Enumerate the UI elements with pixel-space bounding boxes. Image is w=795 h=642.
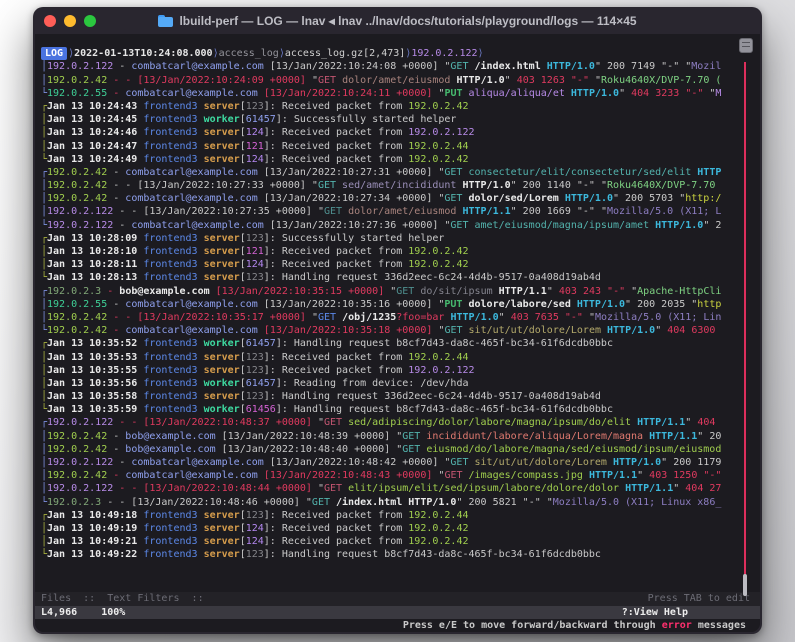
panel-separator: :: — [83, 593, 95, 604]
log-line[interactable]: └192.0.2.55 - combatcarl@example.com [13… — [35, 87, 760, 100]
view-help-hint[interactable]: ?:View Help — [622, 606, 688, 619]
log-line[interactable]: ┌Jan 13 10:24:43 frontend3 server[123]: … — [35, 100, 760, 113]
log-line[interactable]: ┌Jan 13 10:28:09 frontend3 server[123]: … — [35, 232, 760, 245]
breadcrumb-opid[interactable]: 192.0.2.122 — [411, 47, 477, 60]
clock-bar: 2022-09-01T14:09:34 PDT — [35, 34, 760, 47]
log-line[interactable]: │Jan 13 10:35:56 frontend3 worker[61457]… — [35, 377, 760, 390]
breadcrumb-file[interactable]: access_log.gz[2,473] — [285, 47, 405, 60]
log-line[interactable]: │Jan 13 10:28:10 frontend3 server[121]: … — [35, 245, 760, 258]
log-line[interactable]: │Jan 13 10:35:58 frontend3 server[123]: … — [35, 390, 760, 403]
log-line[interactable]: │Jan 13 10:35:55 frontend3 server[123]: … — [35, 364, 760, 377]
panel-separator: :: — [192, 593, 204, 604]
filters-panel-tab[interactable]: Text Filters — [107, 593, 179, 604]
log-line[interactable]: │192.0.2.42 - bob@example.com [13/Jan/20… — [35, 443, 760, 456]
log-line[interactable]: │192.0.2.42 - - [13/Jan/2022:10:35:17 +0… — [35, 311, 760, 324]
terminal-window: lbuild-perf — LOG — lnav ◂ lnav ../lnav/… — [33, 7, 762, 634]
log-line[interactable]: │Jan 13 10:24:47 frontend3 server[121]: … — [35, 140, 760, 153]
window-title: lbuild-perf — LOG — lnav ◂ lnav ../lnav/… — [158, 14, 636, 28]
window-title-text: lbuild-perf — LOG — lnav ◂ lnav ../lnav/… — [179, 14, 636, 28]
log-line[interactable]: ┌192.0.2.3 - bob@example.com [13/Jan/202… — [35, 285, 760, 298]
log-line[interactable]: └Jan 13 10:24:49 frontend3 server[124]: … — [35, 153, 760, 166]
log-line[interactable]: │Jan 13 10:49:19 frontend3 server[124]: … — [35, 522, 760, 535]
log-mode-badge[interactable]: LOG — [41, 47, 67, 60]
breadcrumb-timestamp[interactable]: 2022-01-13T10:24:08.000 — [74, 47, 212, 60]
breadcrumb-separator: ⟩ — [478, 47, 484, 60]
log-line[interactable]: └Jan 13 10:28:13 frontend3 server[123]: … — [35, 271, 760, 284]
close-button[interactable] — [44, 15, 56, 27]
prompt-message: Press e/E to move forward/backward throu… — [35, 619, 760, 632]
log-line[interactable]: ┌192.0.2.42 - combatcarl@example.com [13… — [35, 166, 760, 179]
log-lines: │192.0.2.122 - combatcarl@example.com [1… — [35, 60, 760, 561]
scrollbar-thumb[interactable] — [743, 574, 747, 596]
status-bar: L4,966 100% ?:View Help — [35, 606, 760, 619]
log-line[interactable]: │192.0.2.42 - - [13/Jan/2022:10:27:33 +0… — [35, 179, 760, 192]
log-line[interactable]: │192.0.2.122 - - [13/Jan/2022:10:27:35 +… — [35, 205, 760, 218]
scrollbar-thumb-icon[interactable] — [739, 38, 753, 53]
log-line[interactable]: └192.0.2.3 - - [13/Jan/2022:10:48:46 +00… — [35, 496, 760, 509]
log-line[interactable]: │192.0.2.122 - - [13/Jan/2022:10:48:44 +… — [35, 482, 760, 495]
log-line[interactable]: ┌Jan 13 10:49:18 frontend3 server[123]: … — [35, 509, 760, 522]
title-bar[interactable]: lbuild-perf — LOG — lnav ◂ lnav ../lnav/… — [33, 7, 762, 34]
desktop: lbuild-perf — LOG — lnav ◂ lnav ../lnav/… — [0, 0, 795, 642]
lnav-log-view[interactable]: 2022-09-01T14:09:34 PDT LOG ⟩ 2022-01-13… — [35, 34, 760, 632]
folder-icon — [158, 15, 173, 27]
log-line[interactable]: │192.0.2.42 - bob@example.com [13/Jan/20… — [35, 430, 760, 443]
log-line[interactable]: │192.0.2.42 - - [13/Jan/2022:10:24:09 +0… — [35, 74, 760, 87]
log-line[interactable]: │Jan 13 10:24:45 frontend3 worker[61457]… — [35, 113, 760, 126]
log-line[interactable]: │192.0.2.122 - combatcarl@example.com [1… — [35, 456, 760, 469]
log-line[interactable]: │Jan 13 10:49:21 frontend3 server[124]: … — [35, 535, 760, 548]
breadcrumb: LOG ⟩ 2022-01-13T10:24:08.000 ⟩ access_l… — [35, 47, 760, 60]
log-line[interactable]: ┌Jan 13 10:35:52 frontend3 worker[61457]… — [35, 337, 760, 350]
line-number: L4,966 — [41, 606, 77, 619]
log-line[interactable]: │192.0.2.122 - combatcarl@example.com [1… — [35, 60, 760, 73]
config-panel-bar: Files :: Text Filters :: Press TAB to ed… — [35, 592, 760, 605]
log-line[interactable]: │192.0.2.42 - combatcarl@example.com [13… — [35, 192, 760, 205]
log-line[interactable]: └Jan 13 10:49:22 frontend3 server[123]: … — [35, 548, 760, 561]
minimize-button[interactable] — [64, 15, 76, 27]
log-line[interactable]: │192.0.2.55 - combatcarl@example.com [13… — [35, 298, 760, 311]
tab-edit-hint: Press TAB to edit — [648, 592, 750, 605]
log-line[interactable]: │Jan 13 10:35:53 frontend3 server[123]: … — [35, 351, 760, 364]
log-line[interactable]: │192.0.2.42 - combatcarl@example.com [13… — [35, 469, 760, 482]
traffic-lights — [44, 15, 96, 27]
log-line[interactable]: └Jan 13 10:35:59 frontend3 worker[61456]… — [35, 403, 760, 416]
log-line[interactable]: │Jan 13 10:28:11 frontend3 server[124]: … — [35, 258, 760, 271]
breadcrumb-format[interactable]: access_log — [219, 47, 279, 60]
zoom-button[interactable] — [84, 15, 96, 27]
files-panel-tab[interactable]: Files — [41, 593, 71, 604]
log-line[interactable]: │Jan 13 10:24:46 frontend3 server[124]: … — [35, 126, 760, 139]
log-line[interactable]: ┌192.0.2.122 - - [13/Jan/2022:10:48:37 +… — [35, 416, 760, 429]
log-line[interactable]: └192.0.2.42 - combatcarl@example.com [13… — [35, 324, 760, 337]
scroll-percent: 100% — [101, 606, 125, 619]
error-marker-bar — [744, 62, 746, 590]
log-line[interactable]: └192.0.2.122 - combatcarl@example.com [1… — [35, 219, 760, 232]
